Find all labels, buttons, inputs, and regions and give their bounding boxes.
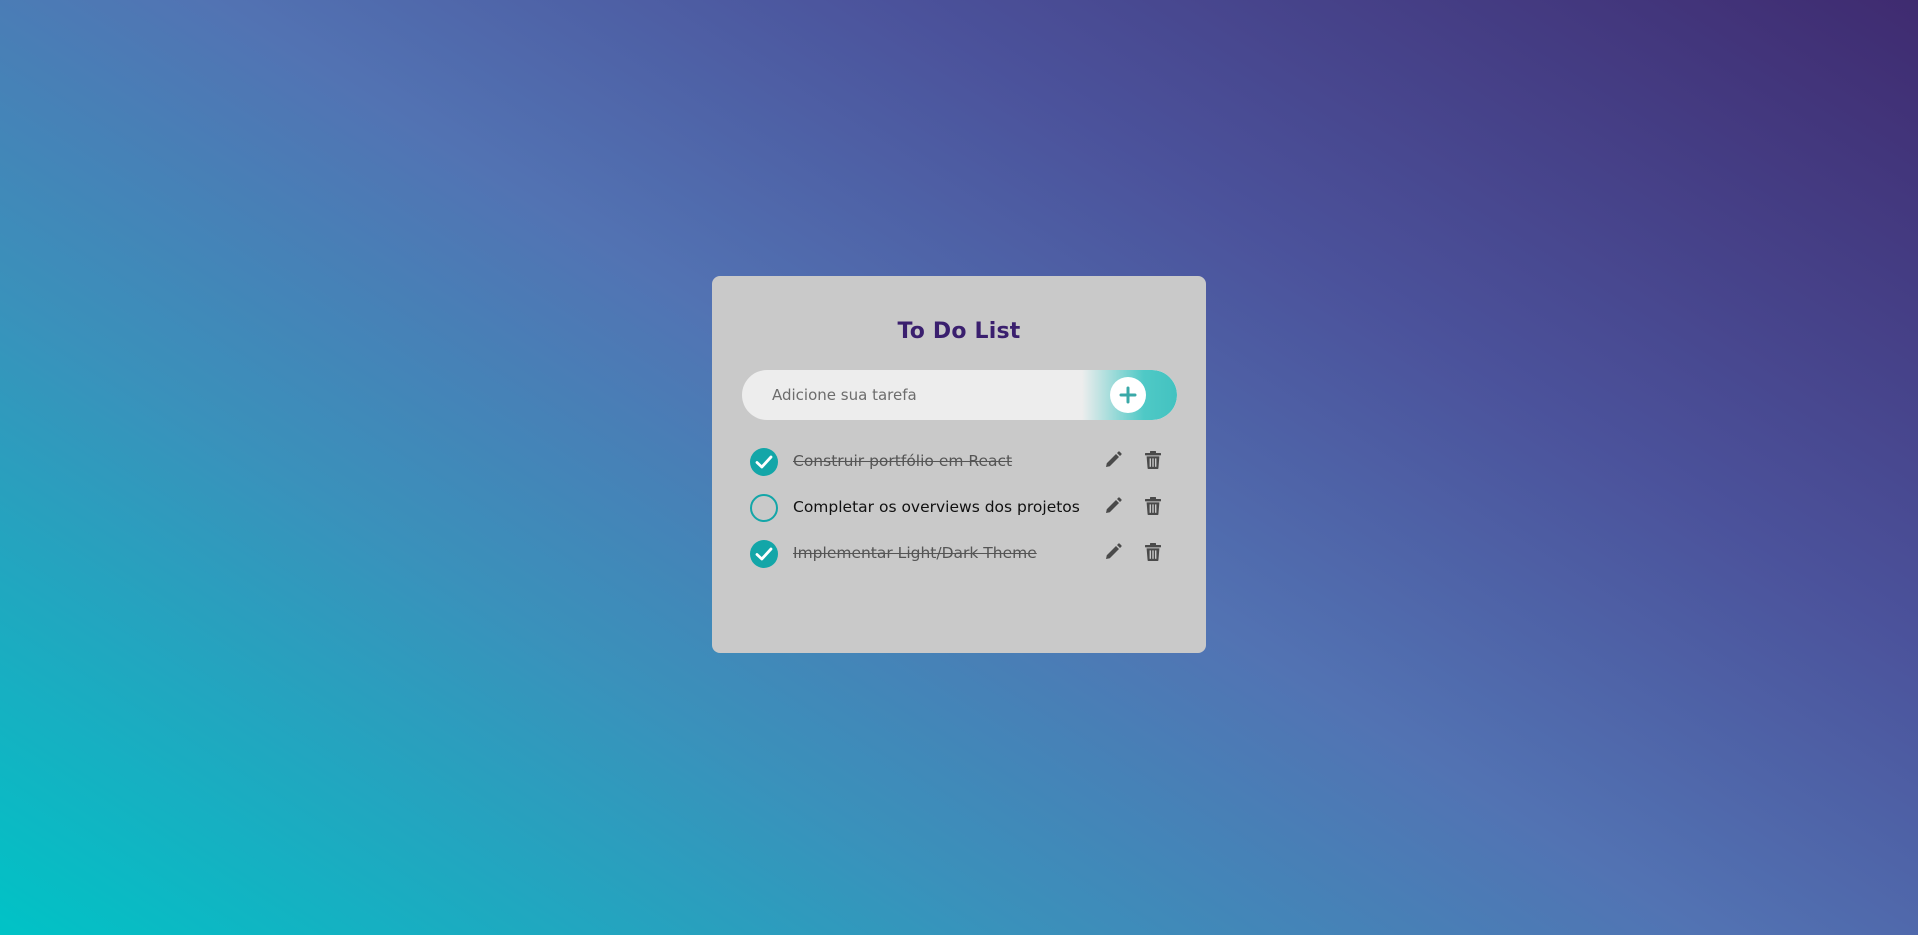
check-icon xyxy=(755,455,773,469)
pencil-icon[interactable] xyxy=(1103,496,1125,518)
page-title: To Do List xyxy=(897,319,1021,344)
check-icon xyxy=(755,547,773,561)
todo-card: To Do List Construir portfólio em React xyxy=(712,276,1206,653)
task-input[interactable] xyxy=(742,370,1082,420)
task-checkbox-unchecked[interactable] xyxy=(750,494,778,522)
pencil-icon[interactable] xyxy=(1103,450,1125,472)
task-item: Completar os overviews dos projetos xyxy=(750,494,1175,540)
task-checkbox-checked[interactable] xyxy=(750,540,778,568)
task-list: Construir portfólio em React Completar o… xyxy=(750,448,1175,586)
task-label: Construir portfólio em React xyxy=(793,452,1013,470)
pencil-icon[interactable] xyxy=(1103,542,1125,564)
add-task-button[interactable] xyxy=(1082,370,1177,420)
task-item: Implementar Light/Dark Theme xyxy=(750,540,1175,586)
plus-icon xyxy=(1110,377,1146,413)
add-task-bar xyxy=(742,370,1177,420)
task-label: Completar os overviews dos projetos xyxy=(793,498,1080,516)
trash-icon[interactable] xyxy=(1144,496,1166,518)
task-label: Implementar Light/Dark Theme xyxy=(793,544,1037,562)
task-checkbox-checked[interactable] xyxy=(750,448,778,476)
task-item: Construir portfólio em React xyxy=(750,448,1175,494)
trash-icon[interactable] xyxy=(1144,450,1166,472)
trash-icon[interactable] xyxy=(1144,542,1166,564)
